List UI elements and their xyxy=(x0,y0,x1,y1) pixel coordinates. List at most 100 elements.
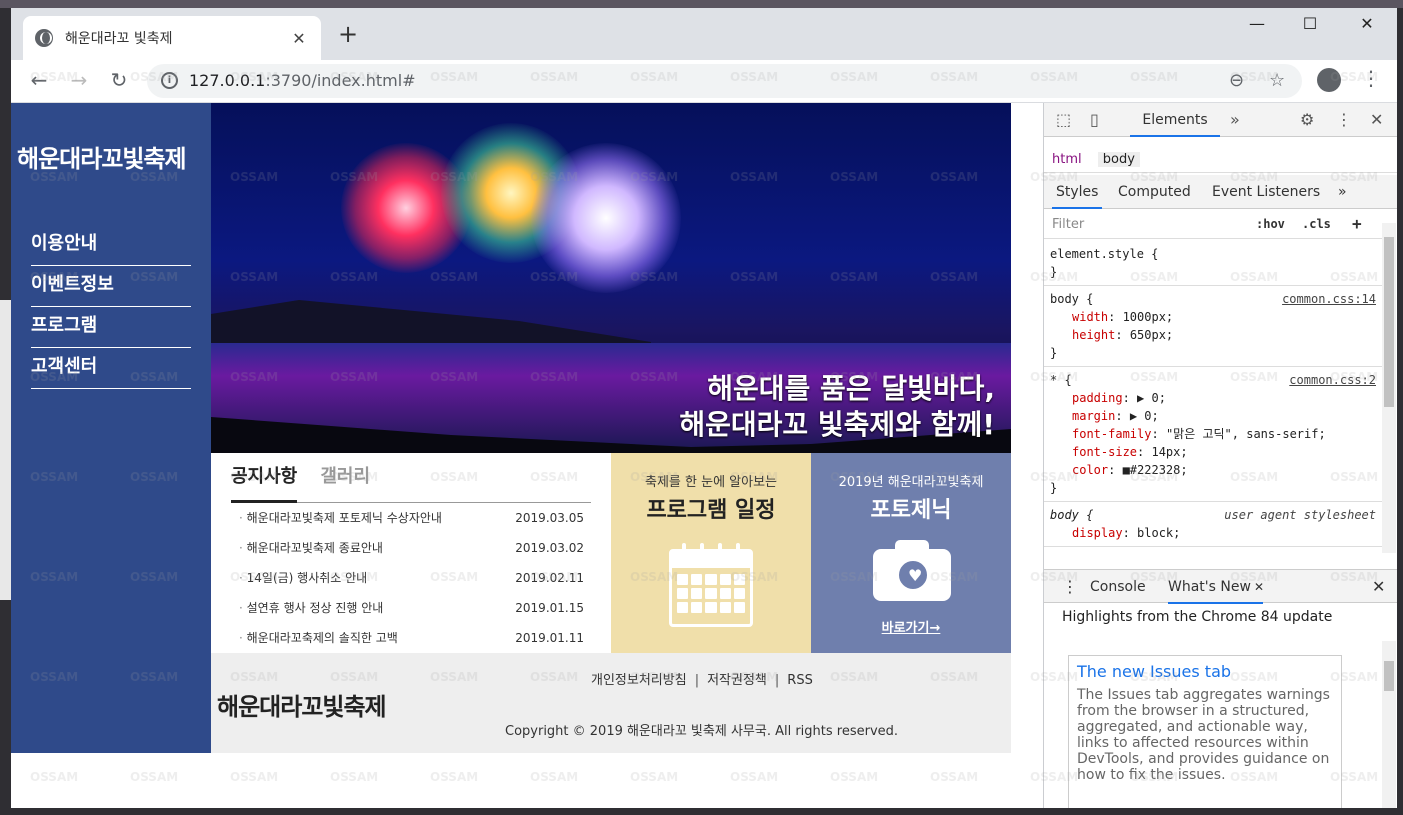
css-property[interactable]: width: 1000px; xyxy=(1050,308,1376,326)
nav-item-support[interactable]: 고객센터 xyxy=(31,348,191,389)
url-text: 127.0.0.1:3790/index.html# xyxy=(189,71,416,90)
sidebar: 해운대라꼬빛축제 이용안내 이벤트정보 프로그램 고객센터 xyxy=(11,103,211,753)
whats-new-heading: Highlights from the Chrome 84 update xyxy=(1062,609,1333,625)
footer-links: 개인정보처리방침 | 저작권정책 | RSS xyxy=(591,673,813,688)
program-banner[interactable]: 축제를 한 눈에 알아보는 프로그램 일정 xyxy=(611,453,811,653)
css-rule: user agent stylesheet body { display: bl… xyxy=(1044,502,1382,547)
background-window-edge xyxy=(0,300,11,600)
crumb-body[interactable]: body xyxy=(1097,152,1140,167)
drawer-menu-icon[interactable]: ⋮ xyxy=(1062,570,1078,604)
css-rule: common.css:14 body { width: 1000px; heig… xyxy=(1044,286,1382,367)
close-window-button[interactable]: ✕ xyxy=(1344,14,1390,33)
hov-toggle[interactable]: :hov xyxy=(1256,217,1285,231)
list-item[interactable]: 해운대라꼬빛축제 포토제닉 수상자안내2019.03.05 xyxy=(239,508,584,538)
rss-link[interactable]: RSS xyxy=(787,673,813,688)
calendar-icon xyxy=(669,543,753,627)
copyright-policy-link[interactable]: 저작권정책 xyxy=(707,673,767,688)
list-item[interactable]: 설연휴 행사 정상 진행 안내2019.01.15 xyxy=(239,598,584,628)
desktop-strip xyxy=(0,0,1403,8)
copyright-text: Copyright © 2019 해운대라꼬 빛축제 사무국. All righ… xyxy=(505,724,899,739)
hero-line-2: 해운대라꼬 빛축제와 함께! xyxy=(679,408,995,441)
css-source-link[interactable]: common.css:14 xyxy=(1282,290,1376,308)
devtools-panel: ⬚ ▯ Elements » ⚙ ⋮ ✕ html body Styles Co… xyxy=(1043,103,1397,808)
site-footer: 해운대라꼬빛축제 개인정보처리방침 | 저작권정책 | RSS Copyright © … xyxy=(211,653,1011,753)
styles-subtabs: Styles Computed Event Listeners » xyxy=(1044,175,1397,209)
site-logo[interactable]: 해운대라꼬빛축제 xyxy=(17,139,187,174)
new-tab-button[interactable]: + xyxy=(336,22,360,46)
tab-whats-new[interactable]: What's New xyxy=(1168,570,1263,604)
program-subtitle: 축제를 한 눈에 알아보는 xyxy=(645,475,777,490)
shortcut-link[interactable]: 바로가기→ xyxy=(811,617,1011,636)
cls-toggle[interactable]: .cls xyxy=(1302,217,1331,231)
inspect-element-icon[interactable]: ⬚ xyxy=(1056,110,1071,129)
site-info-icon[interactable]: i xyxy=(161,72,178,89)
css-property[interactable]: color: ■#222328; xyxy=(1050,461,1376,479)
browser-window: 해운대라꼬 빛축제 ✕ + — ☐ ✕ ← → ↻ i 127.0.0.1:37… xyxy=(11,8,1397,808)
styles-pane: element.style { } common.css:14 body { w… xyxy=(1044,241,1382,551)
globe-icon xyxy=(35,29,53,47)
program-title: 프로그램 일정 xyxy=(646,498,776,523)
whats-new-card[interactable]: The new Issues tab The Issues tab aggreg… xyxy=(1068,655,1342,808)
profile-avatar[interactable] xyxy=(1317,68,1341,92)
close-drawer-icon[interactable]: ✕ xyxy=(1372,570,1385,604)
new-rule-button[interactable]: + xyxy=(1352,214,1362,233)
maximize-button[interactable]: ☐ xyxy=(1287,14,1333,33)
tab-title: 해운대라꼬 빛축제 xyxy=(65,31,173,47)
hero-banner: 해운대를 품은 달빛바다, 해운대라꼬 빛축제와 함께! xyxy=(211,103,1011,453)
more-subtabs-icon[interactable]: » xyxy=(1338,175,1347,209)
privacy-policy-link[interactable]: 개인정보처리방침 xyxy=(591,673,687,688)
minimize-button[interactable]: — xyxy=(1234,14,1280,33)
drawer-scrollbar[interactable] xyxy=(1382,641,1396,808)
close-whats-new-icon[interactable]: ✕ xyxy=(1254,570,1264,604)
tab-notice[interactable]: 공지사항 xyxy=(231,465,298,503)
tab-elements[interactable]: Elements xyxy=(1130,103,1220,137)
title-bar: 해운대라꼬 빛축제 ✕ + — ☐ ✕ xyxy=(11,8,1397,60)
css-property[interactable]: padding: ▶ 0; xyxy=(1050,389,1376,407)
tab-computed[interactable]: Computed xyxy=(1118,175,1191,209)
list-item[interactable]: 해운대라꼬빛축제 종료안내2019.03.02 xyxy=(239,538,584,568)
browser-toolbar: ← → ↻ i 127.0.0.1:3790/index.html# ⊖ ☆ ⋮ xyxy=(11,60,1397,103)
web-page: 해운대라꼬빛축제 이용안내 이벤트정보 프로그램 고객센터 해운대를 품은 달빛… xyxy=(11,103,1043,808)
nav-item-guide[interactable]: 이용안내 xyxy=(31,225,191,266)
filter-input[interactable]: Filter xyxy=(1052,217,1084,232)
forward-icon[interactable]: → xyxy=(65,68,93,92)
tab-styles[interactable]: Styles xyxy=(1052,175,1103,209)
nav-item-program[interactable]: 프로그램 xyxy=(31,307,191,348)
main-nav: 이용안내 이벤트정보 프로그램 고객센터 xyxy=(31,225,191,389)
css-property[interactable]: display: block; xyxy=(1050,524,1376,542)
notice-list: 해운대라꼬빛축제 포토제닉 수상자안내2019.03.05 해운대라꼬빛축제 종… xyxy=(239,508,584,658)
reload-icon[interactable]: ↻ xyxy=(105,68,133,92)
device-toggle-icon[interactable]: ▯ xyxy=(1090,110,1099,129)
styles-scrollbar[interactable] xyxy=(1382,223,1396,553)
css-source-link[interactable]: common.css:2 xyxy=(1289,371,1376,389)
devtools-close-icon[interactable]: ✕ xyxy=(1370,110,1383,129)
list-item[interactable]: 14일(금) 행사취소 안내2019.02.11 xyxy=(239,568,584,598)
css-property[interactable]: height: 650px; xyxy=(1050,326,1376,344)
firework-violet xyxy=(531,143,681,293)
tab-event-listeners[interactable]: Event Listeners xyxy=(1212,175,1320,209)
back-icon[interactable]: ← xyxy=(25,68,53,92)
address-bar[interactable]: i 127.0.0.1:3790/index.html# ⊖ ☆ xyxy=(147,64,1302,98)
zoom-icon[interactable]: ⊖ xyxy=(1229,70,1244,91)
tab-close-icon[interactable]: ✕ xyxy=(289,29,309,48)
crumb-html[interactable]: html xyxy=(1052,152,1082,167)
photogenic-banner: 2019년 해운대라꼬빛축제 포토제닉 ♥ 바로가기→ xyxy=(811,453,1011,653)
css-property[interactable]: font-family: "맑은 고딕", sans-serif; xyxy=(1050,425,1376,443)
tab-gallery[interactable]: 갤러리 xyxy=(320,465,370,503)
chrome-menu-icon[interactable]: ⋮ xyxy=(1361,66,1381,90)
camera-icon: ♥ xyxy=(873,540,951,601)
browser-tab[interactable]: 해운대라꼬 빛축제 ✕ xyxy=(23,16,321,60)
css-property[interactable]: font-size: 14px; xyxy=(1050,443,1376,461)
tab-console[interactable]: Console xyxy=(1090,570,1146,604)
card-title[interactable]: The new Issues tab xyxy=(1077,662,1333,681)
hero-slogan: 해운대를 품은 달빛바다, 해운대라꼬 빛축제와 함께! xyxy=(679,371,995,443)
footer-logo: 해운대라꼬빛축제 xyxy=(217,693,387,721)
notice-tabs: 공지사항 갤러리 xyxy=(231,465,591,503)
more-tabs-icon[interactable]: » xyxy=(1230,110,1240,129)
bookmark-star-icon[interactable]: ☆ xyxy=(1269,70,1285,91)
gear-icon[interactable]: ⚙ xyxy=(1300,110,1314,129)
nav-item-events[interactable]: 이벤트정보 xyxy=(31,266,191,307)
photo-title: 포토제닉 xyxy=(870,498,952,523)
devtools-menu-icon[interactable]: ⋮ xyxy=(1336,110,1352,129)
css-property[interactable]: margin: ▶ 0; xyxy=(1050,407,1376,425)
